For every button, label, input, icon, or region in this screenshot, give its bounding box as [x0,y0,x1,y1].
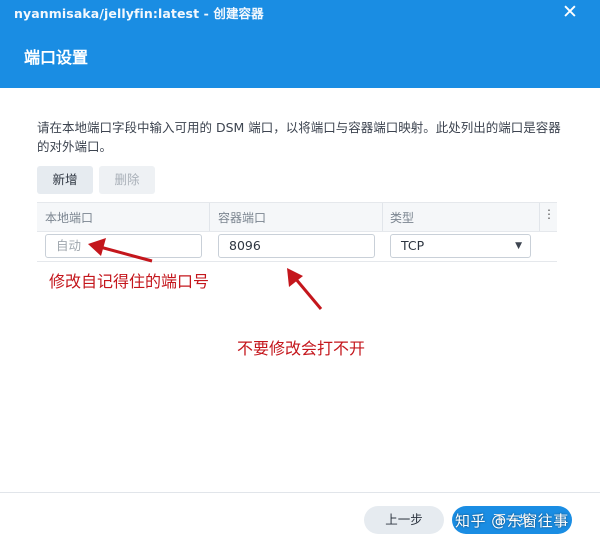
watermark: 知乎 @东窗往事 [455,512,569,530]
arrow-to-container-port [287,268,323,310]
previous-button[interactable]: 上一步 [364,506,444,534]
annotation-local-port-note: 修改自记得住的端口号 [49,272,210,291]
arrow-to-local-port [88,238,153,263]
annotation-container-port-note: 不要修改会打不开 [237,339,366,358]
